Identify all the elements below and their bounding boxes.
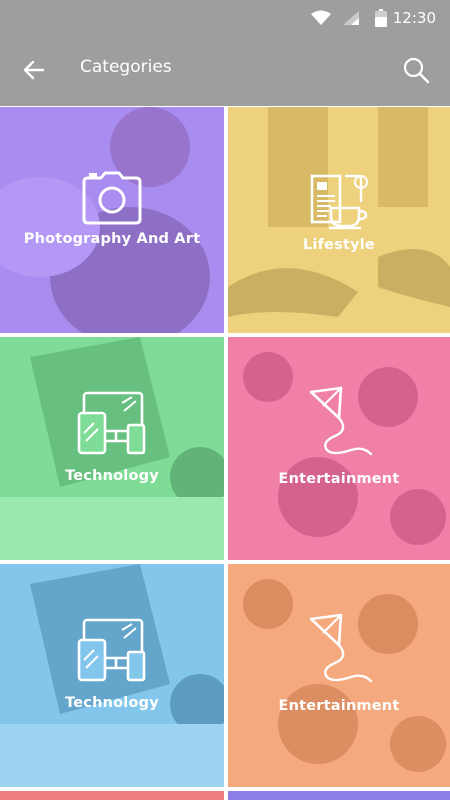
category-tile-technology[interactable]: Technology [0, 337, 224, 560]
devices-icon [77, 618, 146, 682]
toolbar: Categories [0, 36, 450, 100]
category-label: Entertainment [278, 698, 400, 714]
category-label: Technology [65, 468, 159, 484]
wifi-icon [311, 10, 331, 25]
tile-background [0, 791, 224, 800]
kite-icon [309, 613, 373, 683]
category-tile-photography[interactable]: Photography And Art [0, 107, 224, 333]
page-title: Categories [80, 57, 172, 77]
category-tile-partial[interactable] [0, 791, 224, 800]
category-tile-lifestyle[interactable]: Lifestyle [228, 107, 450, 333]
signal-icon [343, 11, 359, 25]
newspaper-coffee-icon [310, 174, 368, 230]
status-time: 12:30 [392, 9, 436, 27]
search-button[interactable] [396, 50, 436, 90]
arrow-left-icon [23, 60, 45, 80]
category-label: Entertainment [278, 471, 400, 487]
category-tile-partial[interactable] [228, 791, 450, 800]
category-tile-technology-2[interactable]: Technology [0, 564, 224, 787]
category-label: Lifestyle [303, 237, 375, 253]
battery-icon [375, 9, 387, 27]
back-button[interactable] [14, 50, 54, 90]
search-icon [403, 57, 430, 84]
category-label: Technology [65, 695, 159, 711]
tile-background [228, 791, 450, 800]
status-bar: 12:30 [0, 0, 450, 36]
app-bar: 12:30 Categories [0, 0, 450, 106]
kite-icon [309, 386, 373, 456]
category-tile-entertainment-2[interactable]: Entertainment [228, 564, 450, 787]
category-label: Photography And Art [23, 231, 201, 247]
category-tile-entertainment[interactable]: Entertainment [228, 337, 450, 560]
camera-icon [82, 171, 142, 225]
devices-icon [77, 391, 146, 455]
